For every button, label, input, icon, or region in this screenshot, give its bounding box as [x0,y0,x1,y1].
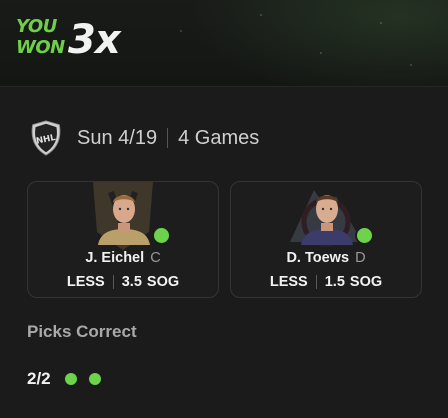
player-position: D [355,250,366,266]
picks-correct-row: 2/2 [27,369,113,389]
pick-line-value: 1.5 [324,274,345,290]
picks-correct-label: Picks Correct [27,322,137,341]
player-name-row: J. Eichel C [28,250,218,266]
nhl-shield-icon: NHL [31,120,61,156]
pick-direction: LESS [66,274,105,290]
pick-stat: SOG [349,274,383,290]
you-won-label: YOU WON [16,16,65,58]
player-name-row: D. Toews D [231,250,421,266]
player-name: J. Eichel [85,250,145,266]
pick-line-row: LESS 3.5 SOG [28,274,218,290]
pick-line-value: 3.5 [121,274,142,290]
pick-line-row: LESS 1.5 SOG [231,274,421,290]
player-headshot-icon [98,195,150,245]
correct-check-icon [152,226,171,245]
picks-correct-score: 2/2 [27,369,51,388]
separator [112,275,114,289]
pick-card[interactable]: J. Eichel C LESS 3.5 SOG [27,181,219,298]
pick-card[interactable]: D. Toews D LESS 1.5 SOG [230,181,422,298]
player-headshot-icon [301,195,353,245]
header-divider [0,86,448,87]
correct-dot-icon [64,373,77,385]
games-count: 4 Games [178,126,260,149]
separator [315,275,317,289]
correct-dot-icon [88,373,101,385]
payout-multiplier: 3x [68,17,121,63]
win-banner: YOU WON 3x [0,0,448,86]
pick-direction: LESS [269,274,308,290]
game-date: Sun 4/19 [77,126,158,149]
game-info-row: NHL Sun 4/19 4 Games [27,118,259,158]
correct-check-icon [355,226,374,245]
player-name: D. Toews [286,250,350,266]
player-position: C [150,250,161,266]
you-won-line-1: YOU [16,16,57,37]
you-won-line-2: WON [16,37,65,58]
separator [167,128,169,148]
pick-stat: SOG [146,274,180,290]
